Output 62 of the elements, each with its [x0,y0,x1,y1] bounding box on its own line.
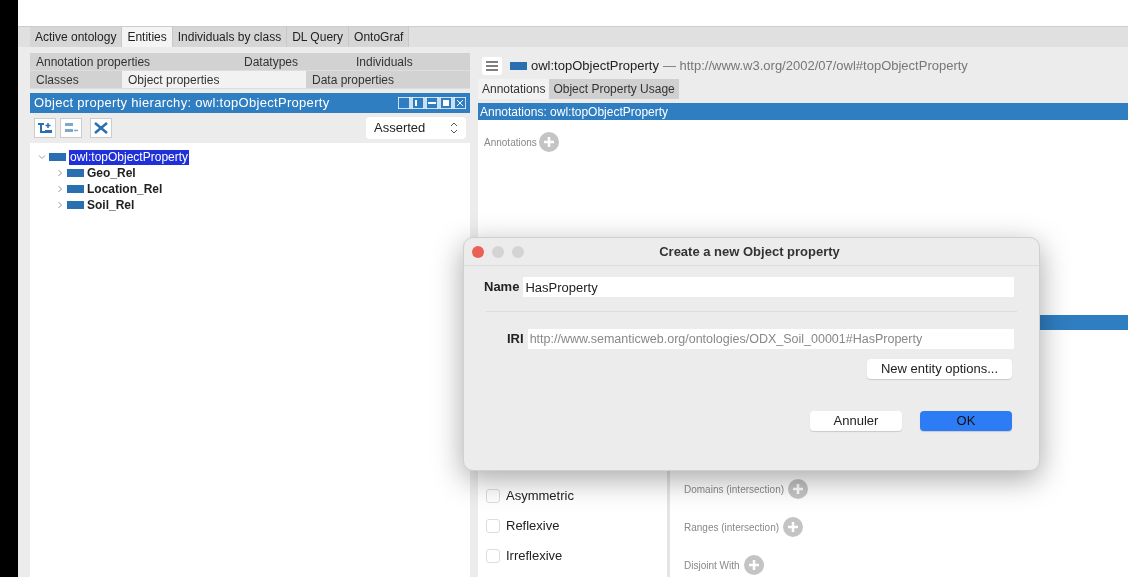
chevron-right-icon[interactable] [56,185,64,193]
main-tab[interactable]: Entities [122,27,173,47]
entity-tab[interactable]: Object properties [122,71,306,88]
view-select[interactable]: Asserted [366,117,466,139]
entity-tab[interactable]: Data properties [306,71,470,88]
menu-icon[interactable] [482,57,502,75]
panel-title: Object property hierarchy: owl:topObjectProperty [34,94,330,113]
main-tab[interactable]: Active ontology [30,27,123,47]
section-label: Domains (intersection) [684,482,785,497]
minimize-icon[interactable] [492,245,504,258]
dialog-title: Create a new Object property [658,242,841,261]
add-icon[interactable] [538,132,559,152]
detail-tab[interactable]: Object Property Usage [549,79,679,99]
add-subproperty-icon[interactable] [34,118,56,138]
entity-iri: — http://www.w3.org/2002/07/owl#topObjectProperty [662,57,968,76]
name-field[interactable]: HasProperty [523,277,1014,297]
entity-tab[interactable]: Datatypes [238,53,350,70]
checkbox-label: Irreflexive [506,547,563,566]
field-label: IRI [507,330,524,349]
main-tab[interactable]: Individuals by class [172,27,288,47]
entity-tab[interactable]: Classes [30,71,122,88]
chevron-right-icon[interactable] [56,169,64,177]
iri-field[interactable]: http://www.semanticweb.org/ontologies/ODX_Soil_00001#HasProperty [527,329,1014,349]
tree-item[interactable]: Geo_Rel [87,165,136,181]
tree-item[interactable]: Soil_Rel [87,197,135,213]
annotations-label: Annotations [484,135,537,150]
add-icon[interactable] [743,555,764,575]
property-icon [67,169,84,177]
panel-controls-icon[interactable] [398,97,466,109]
chevron-down-icon[interactable] [38,153,46,161]
property-icon [67,185,84,193]
main-tab[interactable]: DL Query [287,27,350,47]
zoom-icon[interactable] [512,245,524,258]
entity-tab[interactable]: Individuals [350,53,470,70]
checkbox[interactable] [486,489,500,503]
section-label: Disjoint With [684,558,740,573]
section-title: Annotations: owl:topObjectProperty [480,103,669,121]
entity-name: owl:topObjectProperty [531,57,659,76]
updown-icon [450,122,458,134]
property-icon [510,62,527,70]
tree-item[interactable]: Location_Rel [87,181,163,197]
property-icon [49,153,66,161]
chevron-right-icon[interactable] [56,201,64,209]
checkbox-label: Asymmetric [506,487,574,506]
checkbox[interactable] [486,549,500,563]
section-label: Ranges (intersection) [684,520,780,535]
add-icon[interactable] [788,479,809,499]
cancel-button[interactable]: Annuler [810,411,902,431]
checkbox-label: Reflexive [506,517,560,536]
close-icon[interactable] [472,245,484,258]
entity-tab[interactable]: Annotation properties [30,53,238,70]
checkbox[interactable] [486,519,500,533]
detail-tab[interactable]: Annotations [478,79,550,99]
tree-item[interactable]: owl:topObjectProperty [69,149,190,165]
ok-button[interactable]: OK [920,411,1012,431]
add-sibling-icon[interactable] [60,118,82,138]
main-tab[interactable]: OntoGraf [349,27,410,47]
add-icon[interactable] [783,517,804,537]
options-button[interactable]: New entity options... [866,359,1012,379]
field-label: Name [484,278,520,297]
delete-icon[interactable] [90,118,112,138]
property-icon [67,201,84,209]
